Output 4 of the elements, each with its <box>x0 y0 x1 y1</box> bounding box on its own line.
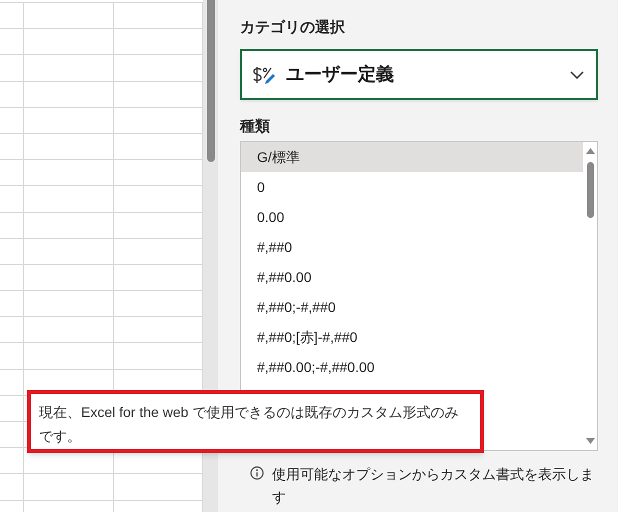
category-label: カテゴリの選択 <box>240 18 345 38</box>
info-text: 使用可能なオプションからカスタム書式を表示します <box>272 465 595 507</box>
format-list-label: 種類 <box>240 117 270 137</box>
tooltip: 現在、Excel for the web で使用できるのは既存のカスタム形式のみです。 <box>27 390 484 453</box>
